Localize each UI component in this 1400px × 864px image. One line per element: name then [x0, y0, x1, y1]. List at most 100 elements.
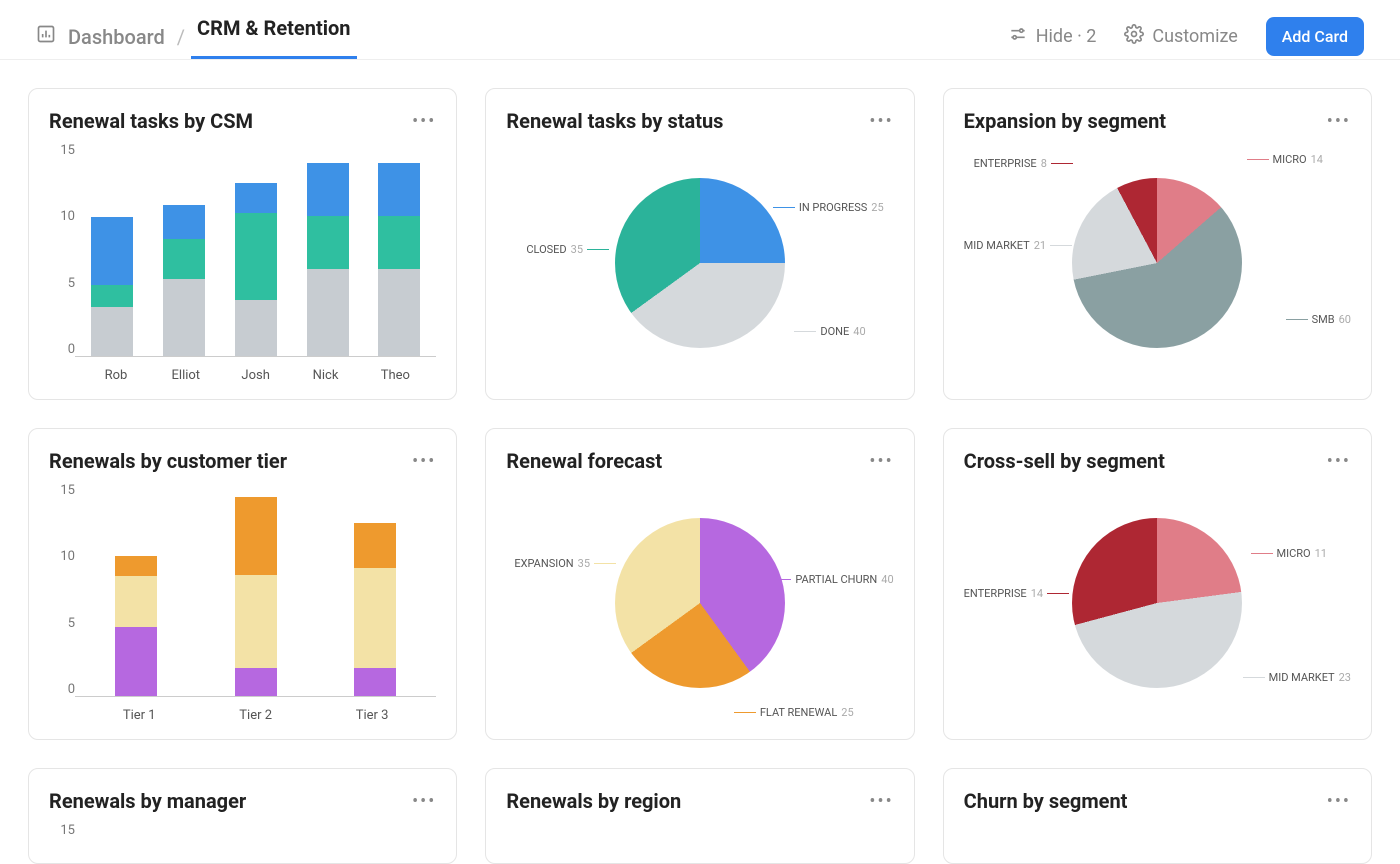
plot-area: [75, 143, 436, 357]
bar-segment: [235, 497, 277, 574]
x-tick: Tier 1: [86, 708, 192, 723]
bar-stack[interactable]: [115, 556, 157, 696]
bar-stack[interactable]: [235, 497, 277, 696]
chart-body: [506, 823, 893, 864]
pie-label-name: DONE: [820, 325, 849, 338]
pie-label: IN PROGRESS 25: [773, 201, 884, 214]
bar-segment: [235, 300, 277, 356]
pie-label-value: 14: [1031, 587, 1043, 600]
pie-label-name: MID MARKET: [964, 239, 1030, 252]
bar-segment: [115, 576, 157, 627]
bar-segment: [163, 239, 205, 279]
bar-stack[interactable]: [163, 205, 205, 356]
more-icon[interactable]: •••: [869, 791, 893, 812]
y-axis: 151050: [49, 143, 75, 383]
card-title: Renewal tasks by CSM: [49, 109, 253, 133]
more-icon[interactable]: •••: [869, 451, 893, 472]
breadcrumb-sep: /: [177, 25, 185, 49]
topbar: Dashboard / CRM & Retention Hide · 2 Cus…: [0, 0, 1400, 60]
pie-label-value: 40: [853, 325, 865, 338]
y-axis: 151050: [49, 483, 75, 723]
bar-column: [81, 556, 191, 696]
x-tick: Rob: [86, 368, 146, 383]
bar-segment: [354, 668, 396, 696]
pie-label-name: MID MARKET: [1269, 671, 1335, 684]
chart-body: 151050Tier 1Tier 2Tier 3: [49, 483, 436, 723]
x-tick: Nick: [296, 368, 356, 383]
pie-chart[interactable]: [1072, 178, 1242, 348]
bar-column: [368, 163, 430, 356]
pie-label: EXPANSION 35: [514, 557, 616, 570]
bar-stack[interactable]: [354, 523, 396, 696]
more-icon[interactable]: •••: [1327, 451, 1351, 472]
chart-body: MICRO 11 MID MARKET 23 ENTERPRISE 14: [964, 483, 1351, 723]
x-tick: Elliot: [156, 368, 216, 383]
chart-body: [964, 823, 1351, 864]
more-icon[interactable]: •••: [869, 111, 893, 132]
pie-label-value: 14: [1311, 153, 1323, 166]
pie-label-name: ENTERPRISE: [964, 587, 1027, 600]
bar-column: [81, 217, 143, 356]
card-title: Renewals by manager: [49, 789, 246, 813]
bar-stack[interactable]: [378, 163, 420, 356]
y-tick: 5: [49, 616, 75, 631]
add-card-button[interactable]: Add Card: [1266, 17, 1364, 56]
pie-chart[interactable]: [615, 518, 785, 688]
more-icon[interactable]: •••: [412, 451, 436, 472]
bar-stack[interactable]: [91, 217, 133, 356]
card-cross_sell: Cross-sell by segment ••• MICRO 11 MID MA…: [943, 428, 1372, 740]
y-tick: 0: [49, 342, 75, 357]
more-icon[interactable]: •••: [1327, 791, 1351, 812]
y-tick: 5: [49, 276, 75, 291]
pie-label-name: SMB: [1312, 313, 1335, 326]
pie-chart[interactable]: [1072, 518, 1242, 688]
bar-segment: [378, 269, 420, 356]
pie-label-value: 35: [578, 557, 590, 570]
x-tick: Tier 3: [319, 708, 425, 723]
pie-label-value: 40: [881, 573, 893, 586]
gear-icon: [1124, 24, 1144, 49]
pie-label-name: FLAT RENEWAL: [760, 706, 837, 719]
more-icon[interactable]: •••: [412, 111, 436, 132]
bar-segment: [235, 213, 277, 300]
pie-label-name: CLOSED: [526, 243, 566, 256]
bar-column: [297, 163, 359, 356]
pie-label: PARTIAL CHURN 40: [769, 573, 893, 586]
pie-label-name: ENTERPRISE: [974, 157, 1037, 170]
pie-label: MICRO 11: [1251, 547, 1327, 560]
bar-segment: [235, 183, 277, 214]
bar-segment: [354, 568, 396, 668]
pie-chart[interactable]: [615, 178, 785, 348]
pie-label: MID MARKET 23: [1243, 671, 1351, 684]
hide-button[interactable]: Hide · 2: [1008, 24, 1097, 49]
bar-segment: [91, 285, 133, 306]
card-renewal_forecast: Renewal forecast ••• PARTIAL CHURN 40FLA…: [485, 428, 914, 740]
chart-body: IN PROGRESS 25 DONE 40 CLOSED 35: [506, 143, 893, 383]
pie-label: CLOSED 35: [526, 243, 609, 256]
x-tick: Theo: [365, 368, 425, 383]
pie-label: SMB 60: [1286, 313, 1351, 326]
pie-label-value: 11: [1315, 547, 1327, 560]
pie-label-value: 23: [1339, 671, 1351, 684]
bar-segment: [235, 575, 277, 668]
chart-body: 15: [49, 823, 436, 864]
y-tick: 15: [49, 823, 75, 838]
pie-label-name: IN PROGRESS: [799, 201, 867, 214]
pie-label: ENTERPRISE 14: [964, 587, 1069, 600]
breadcrumb-root[interactable]: Dashboard: [68, 25, 165, 49]
more-icon[interactable]: •••: [412, 791, 436, 812]
bar-stack[interactable]: [235, 183, 277, 356]
chart-body: PARTIAL CHURN 40FLAT RENEWAL 25EXPANSION…: [506, 483, 893, 723]
card-renewal_manager: Renewals by manager ••• 15: [28, 768, 457, 864]
customize-button[interactable]: Customize: [1124, 24, 1237, 49]
bar-column: [225, 183, 287, 356]
more-icon[interactable]: •••: [1327, 111, 1351, 132]
bar-segment: [235, 668, 277, 696]
y-tick: 10: [49, 209, 75, 224]
card-title: Cross-sell by segment: [964, 449, 1165, 473]
bar-segment: [307, 269, 349, 356]
bar-stack[interactable]: [307, 163, 349, 356]
y-tick: 15: [49, 483, 75, 498]
breadcrumb-current[interactable]: CRM & Retention: [197, 16, 350, 58]
hide-label: Hide · 2: [1036, 26, 1097, 47]
